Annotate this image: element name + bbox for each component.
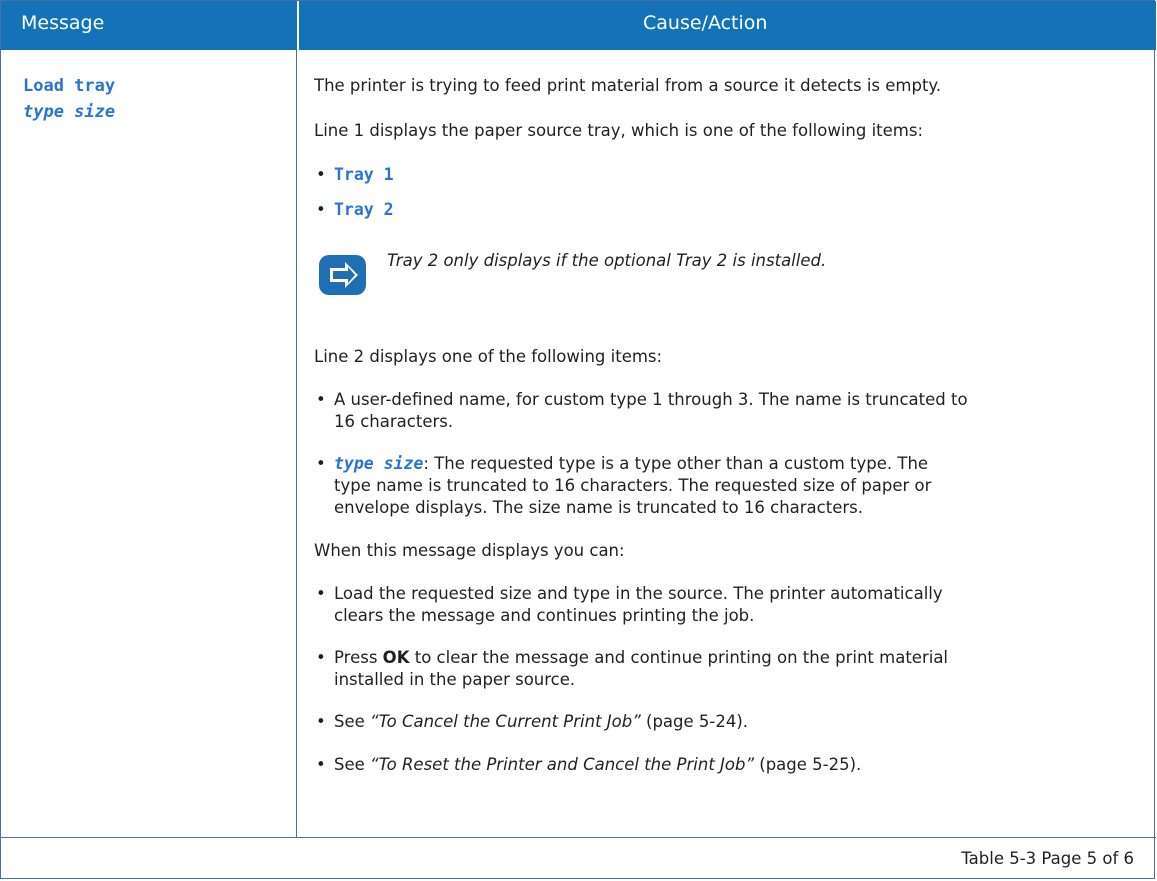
see1-prefix: See	[334, 712, 371, 731]
tray-2-item: Tray 2	[334, 200, 394, 219]
typesize-item-line2: type name is truncated to 16 characters.…	[334, 476, 932, 495]
bullet: •	[316, 454, 326, 473]
message-line2: type size	[23, 102, 116, 122]
see-reset-action: See “To Reset the Printer and Cancel the…	[334, 754, 861, 776]
bullet: •	[316, 755, 326, 774]
typesize-code: type size	[334, 454, 424, 473]
header-cause-action: Cause/Action	[643, 12, 768, 34]
message-table: Message Cause/Action Load tray type size…	[0, 0, 1156, 879]
custom-item-line1: A user-defined name, for custom type 1 t…	[334, 390, 968, 409]
message-line1: Load tray	[23, 76, 116, 96]
header-message: Message	[21, 12, 105, 34]
note-arrow-icon	[319, 255, 366, 295]
table-header: Message Cause/Action	[1, 1, 1156, 50]
cancel-job-link[interactable]: “To Cancel the Current Print Job”	[370, 712, 641, 731]
reset-printer-link[interactable]: “To Reset the Printer and Cancel the Pri…	[370, 755, 754, 774]
footer-divider	[1, 837, 1156, 838]
bullet: •	[316, 584, 326, 603]
see2-suffix: (page 5-25).	[754, 755, 862, 774]
see1-suffix: (page 5-24).	[640, 712, 749, 731]
press-text: to clear the message and continue printi…	[409, 648, 949, 667]
column-divider	[296, 50, 297, 837]
line1-intro: Line 1 displays the paper source tray, w…	[314, 121, 924, 140]
bullet: •	[316, 200, 326, 219]
tray-1-item: Tray 1	[334, 165, 394, 184]
cause-intro: The printer is trying to feed print mate…	[314, 76, 942, 95]
note-text: Tray 2 only displays if the optional Tra…	[387, 251, 827, 270]
bullet: •	[316, 165, 326, 184]
typesize-item-line3: envelope displays. The size name is trun…	[334, 498, 863, 517]
load-action-line1: Load the requested size and type in the …	[334, 584, 943, 603]
custom-item-line2: 16 characters.	[334, 412, 454, 431]
load-action-line2: clears the message and continues printin…	[334, 606, 755, 625]
typesize-item-line1: type size: The requested type is a type …	[334, 453, 928, 475]
ok-key: OK	[382, 648, 410, 667]
see2-prefix: See	[334, 755, 371, 774]
press-action-line2: installed in the paper source.	[334, 670, 576, 689]
table-page-reference: Table 5-3 Page 5 of 6	[961, 849, 1134, 868]
line2-intro: Line 2 displays one of the following ite…	[314, 347, 663, 366]
bullet: •	[316, 712, 326, 731]
bullet: •	[316, 390, 326, 409]
see-cancel-action: See “To Cancel the Current Print Job” (p…	[334, 711, 748, 733]
header-divider	[297, 1, 299, 50]
press-action-line1: Press OK to clear the message and contin…	[334, 647, 948, 669]
bullet: •	[316, 648, 326, 667]
typesize-text: : The requested type is a type other tha…	[423, 454, 929, 473]
press-prefix: Press	[334, 648, 383, 667]
when-intro: When this message displays you can:	[314, 541, 625, 560]
